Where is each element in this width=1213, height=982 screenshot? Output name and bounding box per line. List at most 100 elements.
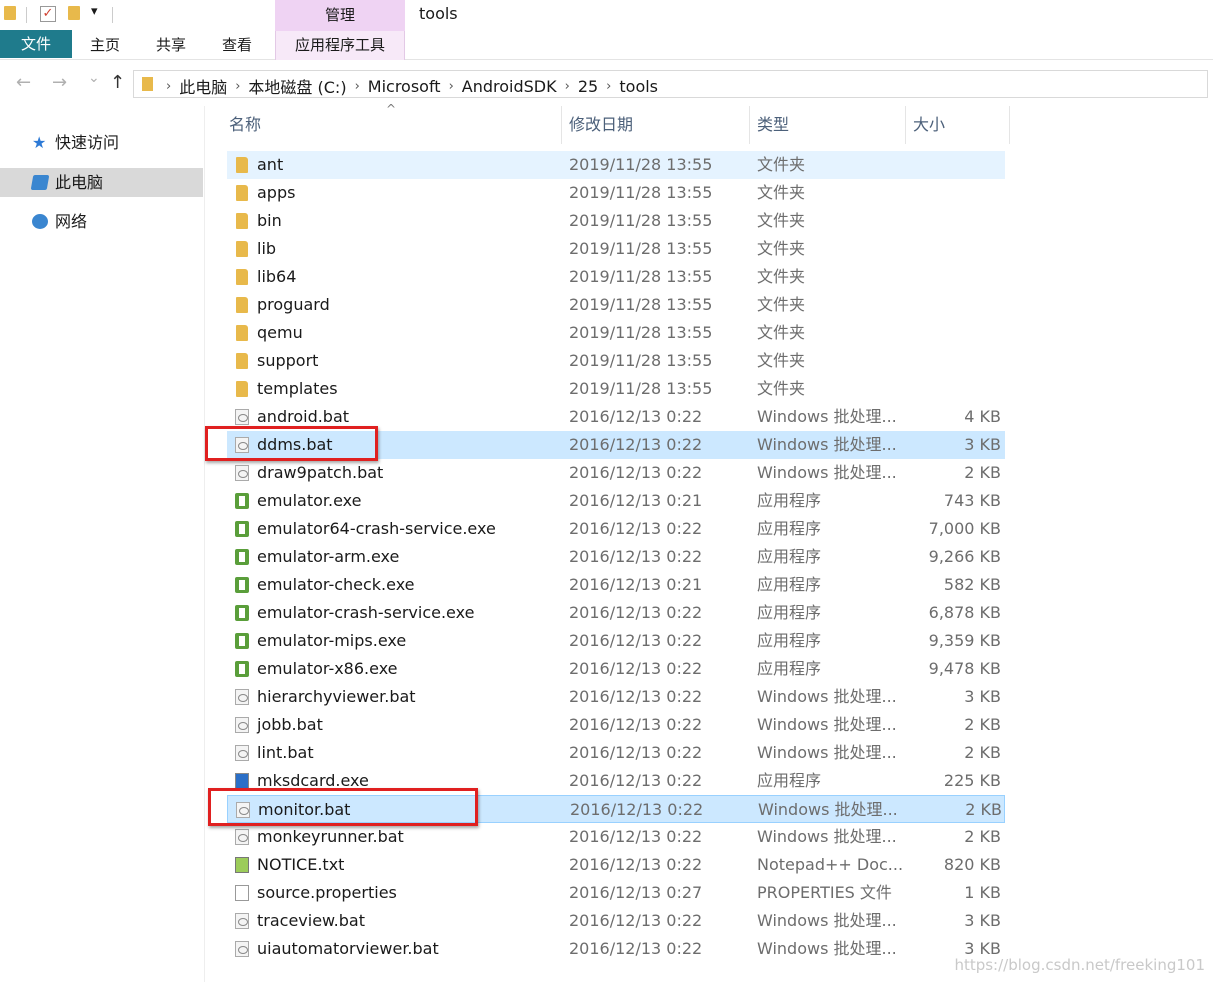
chevron-right-icon[interactable]: › — [604, 79, 613, 94]
file-row[interactable]: emulator-check.exe 2016/12/13 0:21 应用程序 582… — [227, 571, 1005, 599]
file-row[interactable]: monkeyrunner.bat 2016/12/13 0:22 Windows 批… — [227, 823, 1005, 851]
folder-icon — [142, 77, 153, 91]
breadcrumb-item[interactable]: AndroidSDK — [456, 77, 563, 96]
column-header-date[interactable]: 修改日期 — [569, 106, 633, 144]
chevron-right-icon[interactable]: › — [164, 79, 173, 94]
file-modified-date: 2019/11/28 13:55 — [569, 351, 713, 370]
file-row[interactable]: ant 2019/11/28 13:55 文件夹 — [227, 151, 1005, 179]
batch-file-icon — [235, 717, 249, 733]
file-row[interactable]: apps 2019/11/28 13:55 文件夹 — [227, 179, 1005, 207]
address-bar[interactable]: › 此电脑 › 本地磁盘 (C:) › Microsoft › AndroidS… — [133, 70, 1208, 98]
tab-home[interactable]: 主页 — [72, 31, 138, 60]
file-row[interactable]: lib64 2019/11/28 13:55 文件夹 — [227, 263, 1005, 291]
file-row[interactable]: traceview.bat 2016/12/13 0:22 Windows 批处理.… — [227, 907, 1005, 935]
file-modified-date: 2016/12/13 0:22 — [569, 743, 703, 762]
file-modified-date: 2016/12/13 0:22 — [569, 771, 703, 790]
file-row[interactable]: emulator.exe 2016/12/13 0:21 应用程序 743 KB — [227, 487, 1005, 515]
batch-file-icon — [235, 409, 249, 425]
file-row[interactable]: draw9patch.bat 2016/12/13 0:22 Windows 批处理… — [227, 459, 1005, 487]
file-type: 应用程序 — [757, 575, 822, 594]
file-modified-date: 2019/11/28 13:55 — [569, 211, 713, 230]
file-size: 2 KB — [964, 463, 1001, 482]
file-type: 文件夹 — [757, 351, 806, 370]
file-row[interactable]: uiautomatorviewer.bat 2016/12/13 0:22 Wind… — [227, 935, 1005, 963]
navpane-item-quick-access[interactable]: ★ 快速访问 — [0, 128, 203, 157]
android-exe-icon — [235, 633, 249, 649]
file-row[interactable]: support 2019/11/28 13:55 文件夹 — [227, 347, 1005, 375]
navpane-item-network[interactable]: 网络 — [0, 207, 203, 236]
customize-quick-access-icon[interactable]: ▾ — [91, 4, 98, 19]
file-row[interactable]: lib 2019/11/28 13:55 文件夹 — [227, 235, 1005, 263]
chevron-right-icon[interactable]: › — [563, 79, 572, 94]
file-type: 文件夹 — [757, 155, 806, 174]
column-header-name[interactable]: 名称 — [229, 106, 261, 144]
chevron-right-icon[interactable]: › — [233, 79, 242, 94]
column-header-size[interactable]: 大小 — [913, 106, 945, 144]
breadcrumb-item[interactable]: 25 — [572, 77, 604, 96]
file-type: 应用程序 — [757, 547, 822, 566]
tab-file[interactable]: 文件 — [0, 30, 72, 58]
file-modified-date: 2016/12/13 0:22 — [569, 631, 703, 650]
chevron-right-icon[interactable]: › — [447, 79, 456, 94]
breadcrumb-item[interactable]: tools — [613, 77, 664, 96]
tab-share[interactable]: 共享 — [138, 31, 204, 60]
column-divider[interactable] — [1009, 106, 1010, 144]
window-title: tools — [419, 4, 458, 23]
breadcrumb-item[interactable]: Microsoft — [362, 77, 447, 96]
file-size: 2 KB — [964, 827, 1001, 846]
breadcrumb-item[interactable]: 此电脑 — [173, 74, 233, 98]
notepad-file-icon — [235, 857, 249, 873]
breadcrumb-item[interactable]: 本地磁盘 (C:) — [242, 74, 352, 98]
file-row[interactable]: templates 2019/11/28 13:55 文件夹 — [227, 375, 1005, 403]
back-arrow-icon[interactable]: ← — [16, 72, 31, 93]
file-name: lib64 — [257, 267, 297, 286]
file-row[interactable]: NOTICE.txt 2016/12/13 0:22 Notepad++ Doc..… — [227, 851, 1005, 879]
file-modified-date: 2016/12/13 0:22 — [569, 659, 703, 678]
column-header-type[interactable]: 类型 — [757, 106, 789, 144]
file-name: emulator-x86.exe — [257, 659, 398, 678]
file-modified-date: 2016/12/13 0:22 — [569, 407, 703, 426]
file-name: support — [257, 351, 319, 370]
file-row[interactable]: lint.bat 2016/12/13 0:22 Windows 批处理... 2 K… — [227, 739, 1005, 767]
file-size: 9,359 KB — [928, 631, 1001, 650]
file-row[interactable]: bin 2019/11/28 13:55 文件夹 — [227, 207, 1005, 235]
properties-check-icon[interactable]: ✓ — [40, 6, 56, 22]
batch-file-icon — [235, 689, 249, 705]
tab-application-tools[interactable]: 应用程序工具 — [275, 31, 405, 60]
file-modified-date: 2016/12/13 0:21 — [569, 491, 703, 510]
file-row[interactable]: jobb.bat 2016/12/13 0:22 Windows 批处理... 2 K… — [227, 711, 1005, 739]
navpane-item-this-pc[interactable]: 此电脑 — [0, 168, 203, 197]
up-arrow-icon[interactable]: ↑ — [110, 72, 125, 93]
file-type: 应用程序 — [757, 491, 822, 510]
file-name: proguard — [257, 295, 330, 314]
file-type: 文件夹 — [757, 295, 806, 314]
file-row[interactable]: emulator-x86.exe 2016/12/13 0:22 应用程序 9,478… — [227, 655, 1005, 683]
forward-arrow-icon[interactable]: → — [52, 72, 67, 93]
file-size — [927, 207, 1001, 235]
file-name: traceview.bat — [257, 911, 365, 930]
file-type: 应用程序 — [757, 603, 822, 622]
file-type: Windows 批处理... — [757, 435, 897, 454]
column-divider[interactable] — [749, 106, 750, 144]
file-type: Notepad++ Doc... — [757, 855, 904, 874]
recent-locations-chevron-icon[interactable]: ⌄ — [88, 70, 100, 86]
file-type: 文件夹 — [757, 379, 806, 398]
file-row[interactable]: proguard 2019/11/28 13:55 文件夹 — [227, 291, 1005, 319]
file-row[interactable]: source.properties 2016/12/13 0:27 PROPERTI… — [227, 879, 1005, 907]
chevron-right-icon[interactable]: › — [353, 79, 362, 94]
file-name: monkeyrunner.bat — [257, 827, 404, 846]
file-row[interactable]: hierarchyviewer.bat 2016/12/13 0:22 Window… — [227, 683, 1005, 711]
file-modified-date: 2019/11/28 13:55 — [569, 239, 713, 258]
file-row[interactable]: emulator-arm.exe 2016/12/13 0:22 应用程序 9,266… — [227, 543, 1005, 571]
file-row[interactable]: emulator64-crash-service.exe 2016/12/13 0… — [227, 515, 1005, 543]
file-row[interactable]: qemu 2019/11/28 13:55 文件夹 — [227, 319, 1005, 347]
file-row[interactable]: emulator-crash-service.exe 2016/12/13 0:2… — [227, 599, 1005, 627]
column-divider[interactable] — [905, 106, 906, 144]
file-name: emulator64-crash-service.exe — [257, 519, 496, 538]
file-modified-date: 2016/12/13 0:22 — [569, 547, 703, 566]
tab-view[interactable]: 查看 — [204, 31, 270, 60]
column-divider[interactable] — [561, 106, 562, 144]
new-folder-icon[interactable] — [68, 6, 80, 20]
file-row[interactable]: emulator-mips.exe 2016/12/13 0:22 应用程序 9,35… — [227, 627, 1005, 655]
file-name: ant — [257, 155, 284, 174]
